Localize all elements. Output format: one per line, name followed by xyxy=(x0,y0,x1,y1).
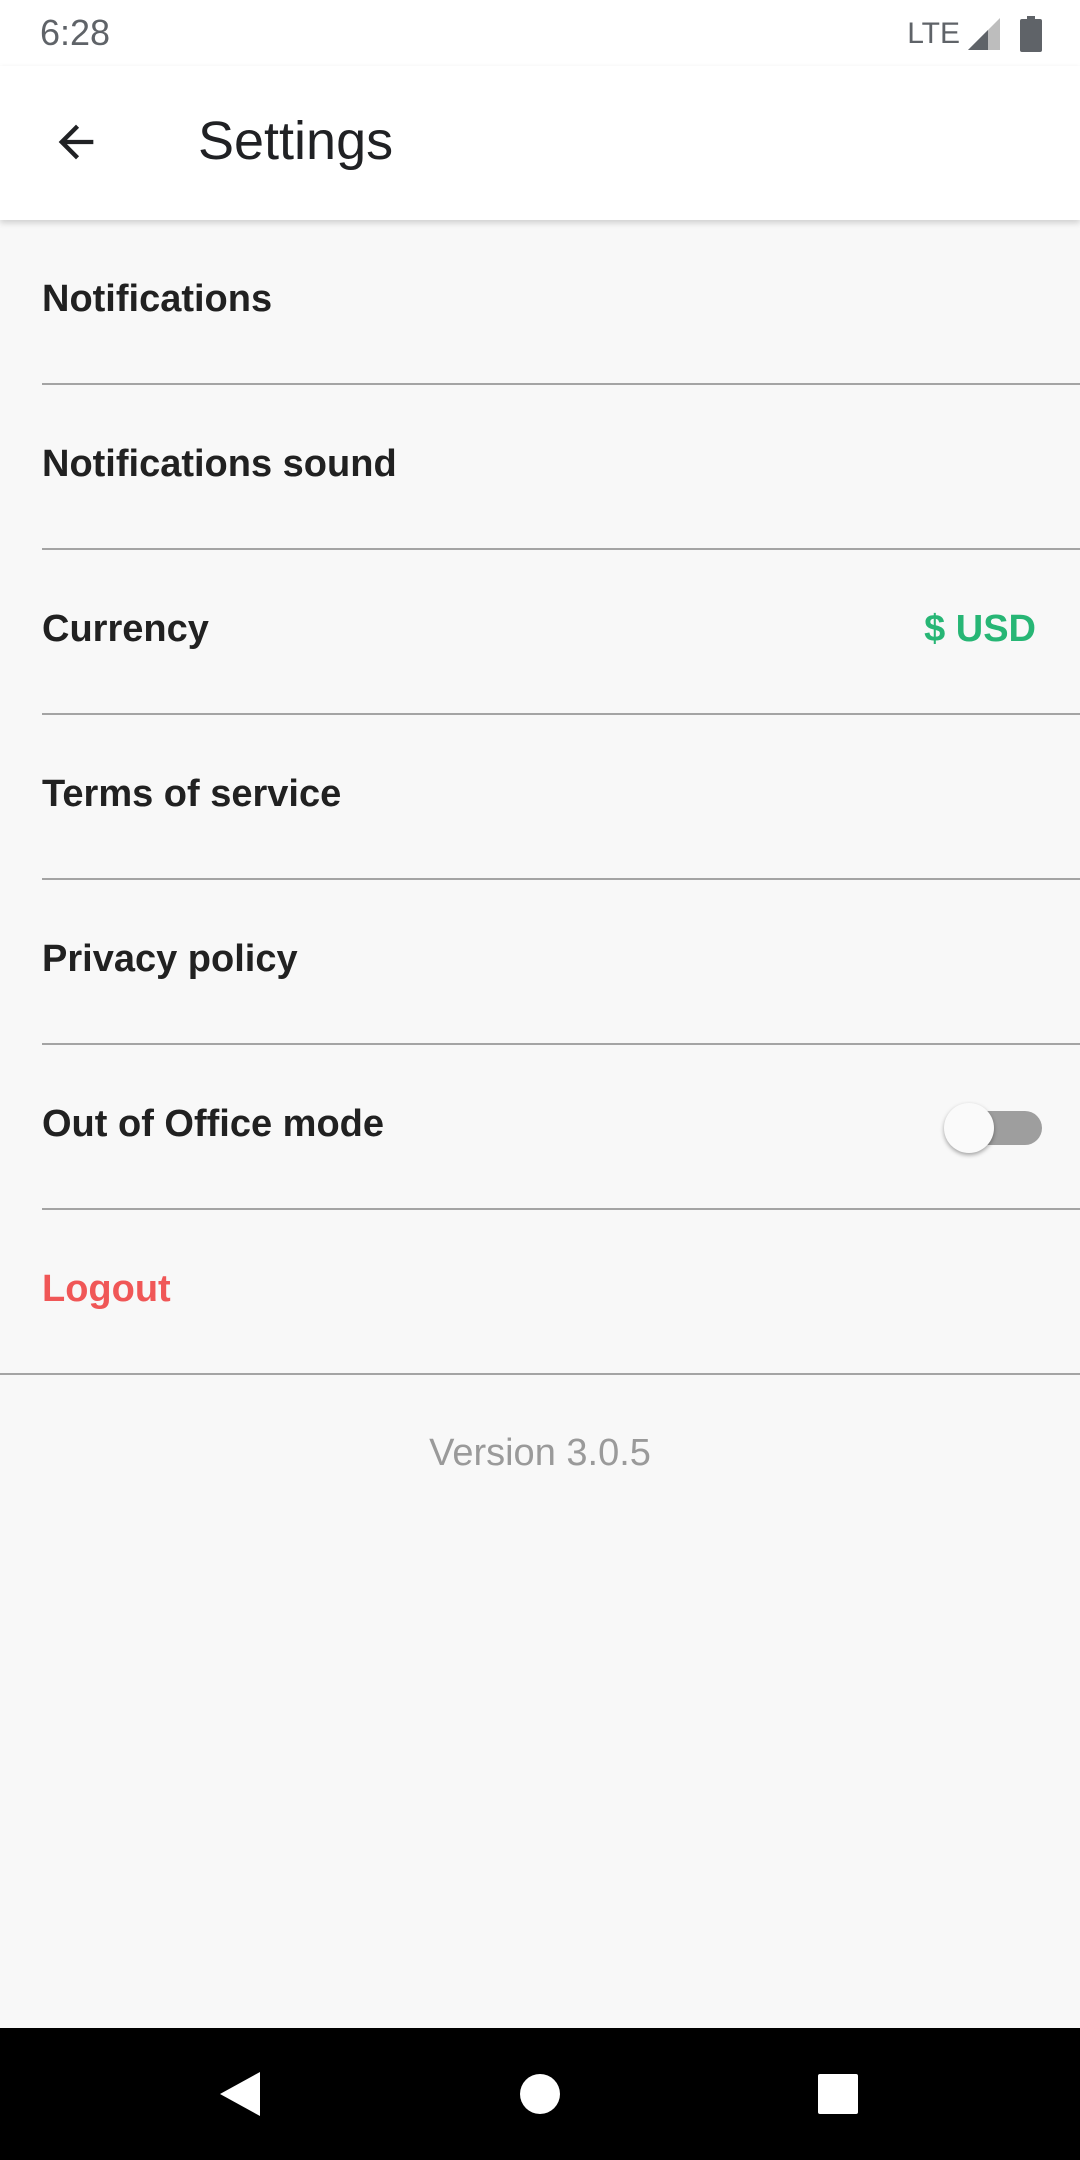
system-nav-bar xyxy=(0,2028,1080,2160)
arrow-back-icon xyxy=(58,124,94,160)
battery-icon xyxy=(1020,16,1042,52)
settings-list: Notifications Notifications sound Curren… xyxy=(0,220,1080,1375)
settings-item-label: Notifications xyxy=(42,278,273,320)
settings-item-out-of-office: Out of Office mode xyxy=(0,1045,1080,1210)
divider xyxy=(0,1373,1080,1375)
settings-item-label: Notifications sound xyxy=(42,443,397,485)
status-icons: LTE xyxy=(907,14,1042,54)
out-of-office-toggle[interactable] xyxy=(944,1103,1044,1153)
back-button[interactable] xyxy=(40,106,112,178)
nav-back-button[interactable] xyxy=(210,2064,270,2124)
settings-item-notifications-sound[interactable]: Notifications sound xyxy=(0,385,1080,550)
app-bar: Settings xyxy=(0,66,1080,220)
settings-item-label: Privacy policy xyxy=(42,938,298,980)
nav-home-button[interactable] xyxy=(510,2064,570,2124)
network-type: LTE xyxy=(907,17,960,50)
settings-screen: 6:28 LTE Settings Notifications Notifica… xyxy=(0,0,1080,2160)
settings-item-notifications[interactable]: Notifications xyxy=(0,220,1080,385)
logout-button[interactable]: Logout xyxy=(0,1210,1080,1375)
toggle-thumb xyxy=(944,1103,994,1153)
page-title: Settings xyxy=(198,111,394,171)
signal-icon xyxy=(968,18,1000,50)
status-time: 6:28 xyxy=(40,12,111,53)
home-circle-icon xyxy=(520,2074,560,2114)
logout-label: Logout xyxy=(42,1268,171,1310)
settings-item-privacy-policy[interactable]: Privacy policy xyxy=(0,880,1080,1045)
recents-square-icon xyxy=(818,2074,858,2114)
back-triangle-icon xyxy=(220,2072,260,2116)
settings-item-label: Terms of service xyxy=(42,773,342,815)
version-text: Version 3.0.5 xyxy=(429,1432,651,1474)
nav-recents-button[interactable] xyxy=(808,2064,868,2124)
settings-item-label: Out of Office mode xyxy=(42,1103,384,1145)
settings-item-terms-of-service[interactable]: Terms of service xyxy=(0,715,1080,880)
settings-item-currency[interactable]: Currency $ USD xyxy=(0,550,1080,715)
currency-value: $ USD xyxy=(924,608,1036,650)
settings-item-label: Currency xyxy=(42,608,209,650)
status-bar: 6:28 LTE xyxy=(0,0,1080,66)
